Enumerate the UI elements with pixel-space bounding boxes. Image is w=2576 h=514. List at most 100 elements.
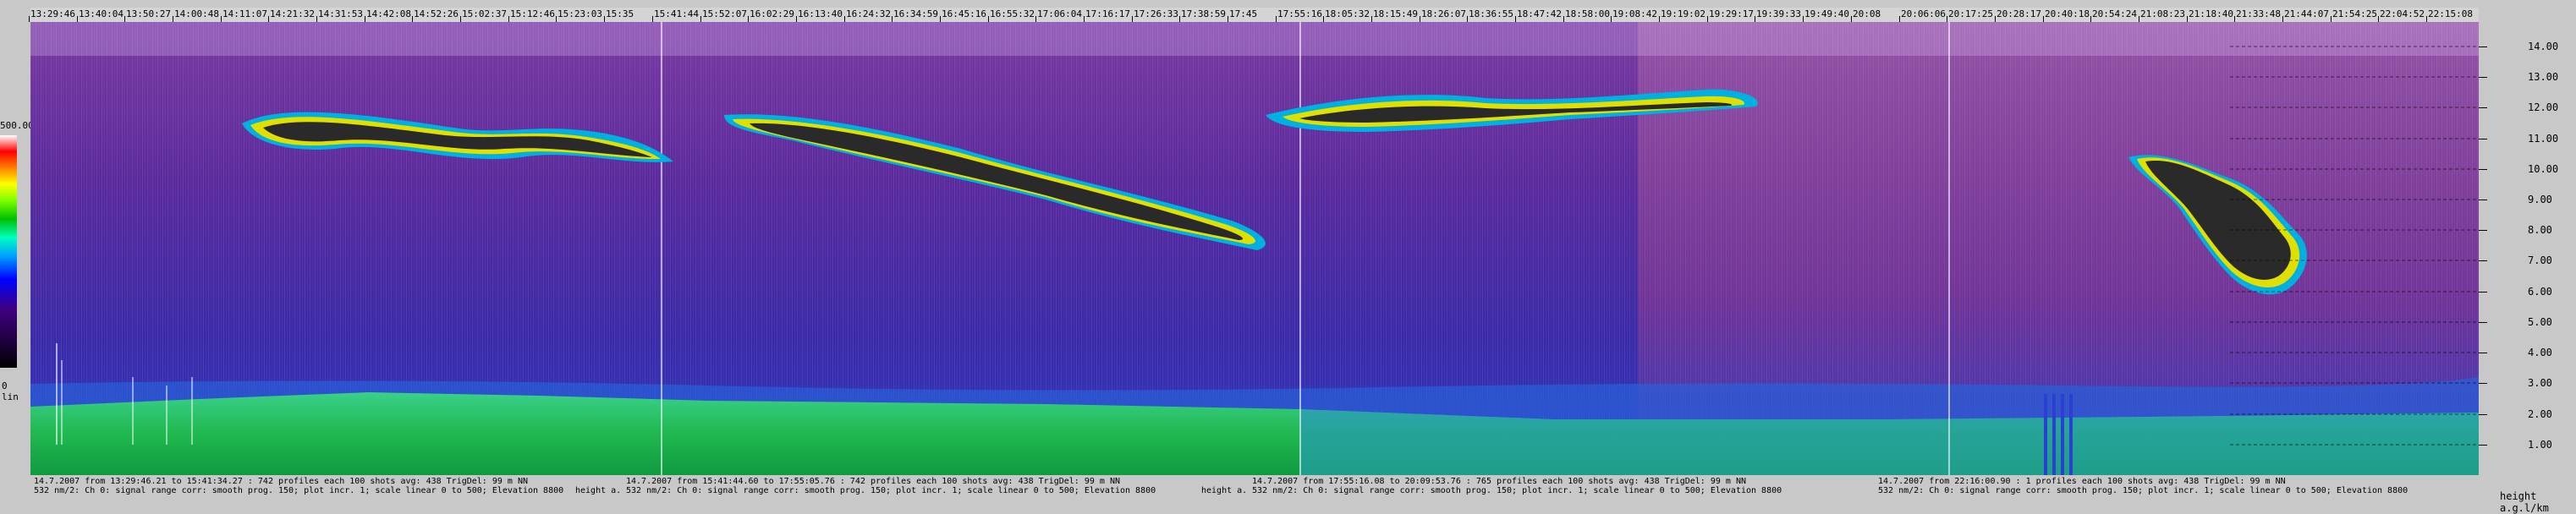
time-tick-label: 14:52:26 bbox=[414, 8, 459, 19]
segment-info-line2: 532 nm/2: Ch 0: signal range corr: smoot… bbox=[34, 486, 564, 495]
height-tick-mark bbox=[2479, 169, 2487, 170]
time-tick-mark bbox=[748, 16, 749, 22]
time-tick-label: 16:45:16 bbox=[942, 8, 986, 19]
height-tick-mark bbox=[2479, 107, 2487, 108]
height-tick-mark bbox=[2479, 445, 2487, 446]
height-tick-mark bbox=[2479, 414, 2487, 415]
time-tick-mark bbox=[1179, 16, 1180, 22]
lidar-backscatter-plot bbox=[30, 22, 2479, 475]
time-tick-mark bbox=[1515, 16, 1516, 22]
height-tick-label: 4.00 bbox=[2528, 347, 2552, 358]
time-tick-label: 20:08 bbox=[1853, 8, 1881, 19]
height-tick-label: 8.00 bbox=[2528, 224, 2552, 236]
time-tick-label: 18:58:00 bbox=[1565, 8, 1610, 19]
time-tick-label: 21:18:40 bbox=[2189, 8, 2233, 19]
time-tick-label: 21:08:23 bbox=[2140, 8, 2185, 19]
time-tick-label: 18:05:32 bbox=[1325, 8, 1370, 19]
time-tick-mark bbox=[1707, 16, 1708, 22]
time-tick-label: 15:23:03 bbox=[557, 8, 602, 19]
height-tick-label: 11.00 bbox=[2528, 133, 2559, 145]
time-tick-mark bbox=[77, 16, 78, 22]
time-tick-label: 13:50:27 bbox=[126, 8, 171, 19]
time-tick-mark bbox=[796, 16, 797, 22]
time-tick-label: 14:00:48 bbox=[174, 8, 219, 19]
height-tick-label: 10.00 bbox=[2528, 163, 2559, 175]
time-tick-label: 14:11:07 bbox=[222, 8, 267, 19]
time-tick-label: 20:06:06 bbox=[1901, 8, 1946, 19]
time-tick-label: 21:33:48 bbox=[2236, 8, 2281, 19]
height-tick-label: 13.00 bbox=[2528, 71, 2559, 83]
height-tick-label: 9.00 bbox=[2528, 194, 2552, 205]
time-tick-mark bbox=[1035, 16, 1036, 22]
time-tick-mark bbox=[29, 16, 30, 22]
time-tick-mark bbox=[460, 16, 461, 22]
time-tick-label: 14:42:08 bbox=[366, 8, 411, 19]
time-tick-label: 21:54:25 bbox=[2332, 8, 2377, 19]
time-tick-label: 20:17:25 bbox=[1948, 8, 1993, 19]
time-tick-label: 16:34:59 bbox=[893, 8, 938, 19]
height-tick-label: 7.00 bbox=[2528, 254, 2552, 266]
height-tick-label: 3.00 bbox=[2528, 377, 2552, 389]
segment-info-line1: 14.7.2007 from 22:16:00.90 : 1 profiles … bbox=[1878, 477, 2286, 486]
y-axis-title: height a.g.l/km bbox=[2500, 490, 2549, 514]
time-tick-label: 15:41:44 bbox=[654, 8, 699, 19]
height-tick-label: 5.00 bbox=[2528, 316, 2552, 328]
time-tick-mark bbox=[1323, 16, 1324, 22]
height-tick-mark bbox=[2479, 383, 2487, 384]
time-tick-mark bbox=[1276, 16, 1277, 22]
segment-info-line2: 532 nm/2: Ch 0: signal range corr: smoot… bbox=[1878, 486, 2408, 495]
time-tick-label: 13:29:46 bbox=[30, 8, 75, 19]
segment-info-line2: 532 nm/2: Ch 0: signal range corr: smoot… bbox=[1252, 486, 1782, 495]
time-tick-mark bbox=[604, 16, 605, 22]
time-tick-label: 20:54:24 bbox=[2092, 8, 2137, 19]
time-tick-label: 17:55:16 bbox=[1277, 8, 1322, 19]
time-tick-label: 15:02:37 bbox=[462, 8, 507, 19]
time-tick-label: 22:04:52 bbox=[2380, 8, 2425, 19]
segment-height-label: height a. bbox=[1201, 486, 1248, 495]
time-tick-label: 16:55:32 bbox=[990, 8, 1035, 19]
time-tick-label: 18:36:55 bbox=[1469, 8, 1513, 19]
time-tick-mark bbox=[2043, 16, 2044, 22]
time-tick-mark bbox=[1803, 16, 1804, 22]
time-tick-label: 17:16:17 bbox=[1085, 8, 1130, 19]
time-tick-label: 19:19:02 bbox=[1661, 8, 1705, 19]
time-tick-label: 17:06:04 bbox=[1037, 8, 1082, 19]
plot-canvas bbox=[30, 22, 2479, 475]
segment-info-line2: 532 nm/2: Ch 0: signal range corr: smoot… bbox=[626, 486, 1156, 495]
time-tick-label: 17:38:59 bbox=[1181, 8, 1226, 19]
time-tick-mark bbox=[1659, 16, 1660, 22]
time-tick-mark bbox=[844, 16, 845, 22]
height-tick-mark bbox=[2479, 260, 2487, 261]
time-tick-label: 14:31:53 bbox=[318, 8, 363, 19]
time-tick-mark bbox=[268, 16, 269, 22]
time-tick-mark bbox=[1995, 16, 1996, 22]
colorbar-max-label: 500.00 bbox=[0, 120, 34, 131]
colorbar-unit-label: lin bbox=[2, 391, 19, 402]
time-tick-mark bbox=[412, 16, 413, 22]
time-tick-mark bbox=[508, 16, 509, 22]
height-tick-label: 14.00 bbox=[2528, 41, 2559, 52]
time-tick-label: 20:40:18 bbox=[2045, 8, 2090, 19]
time-tick-label: 18:15:49 bbox=[1373, 8, 1418, 19]
time-tick-mark bbox=[940, 16, 941, 22]
time-tick-mark bbox=[1563, 16, 1564, 22]
height-tick-mark bbox=[2479, 292, 2487, 293]
height-tick-mark bbox=[2479, 46, 2487, 47]
time-tick-mark bbox=[2234, 16, 2235, 22]
time-tick-mark bbox=[1851, 16, 1852, 22]
time-tick-mark bbox=[2426, 16, 2427, 22]
time-tick-label: 22:15:08 bbox=[2428, 8, 2473, 19]
height-tick-label: 6.00 bbox=[2528, 286, 2552, 298]
time-tick-mark bbox=[1467, 16, 1468, 22]
time-tick-label: 19:08:42 bbox=[1612, 8, 1657, 19]
colorbar-min-label: 0 bbox=[2, 380, 8, 391]
time-tick-mark bbox=[316, 16, 317, 22]
time-tick-label: 18:47:42 bbox=[1517, 8, 1562, 19]
time-tick-label: 17:26:33 bbox=[1134, 8, 1178, 19]
time-tick-label: 16:24:32 bbox=[846, 8, 891, 19]
time-tick-mark bbox=[700, 16, 701, 22]
time-tick-label: 21:44:07 bbox=[2284, 8, 2329, 19]
segment-info-line1: 14.7.2007 from 17:55:16.08 to 20:09:53.7… bbox=[1252, 477, 1746, 486]
time-tick-label: 18:26:07 bbox=[1421, 8, 1466, 19]
time-tick-mark bbox=[2187, 16, 2188, 22]
